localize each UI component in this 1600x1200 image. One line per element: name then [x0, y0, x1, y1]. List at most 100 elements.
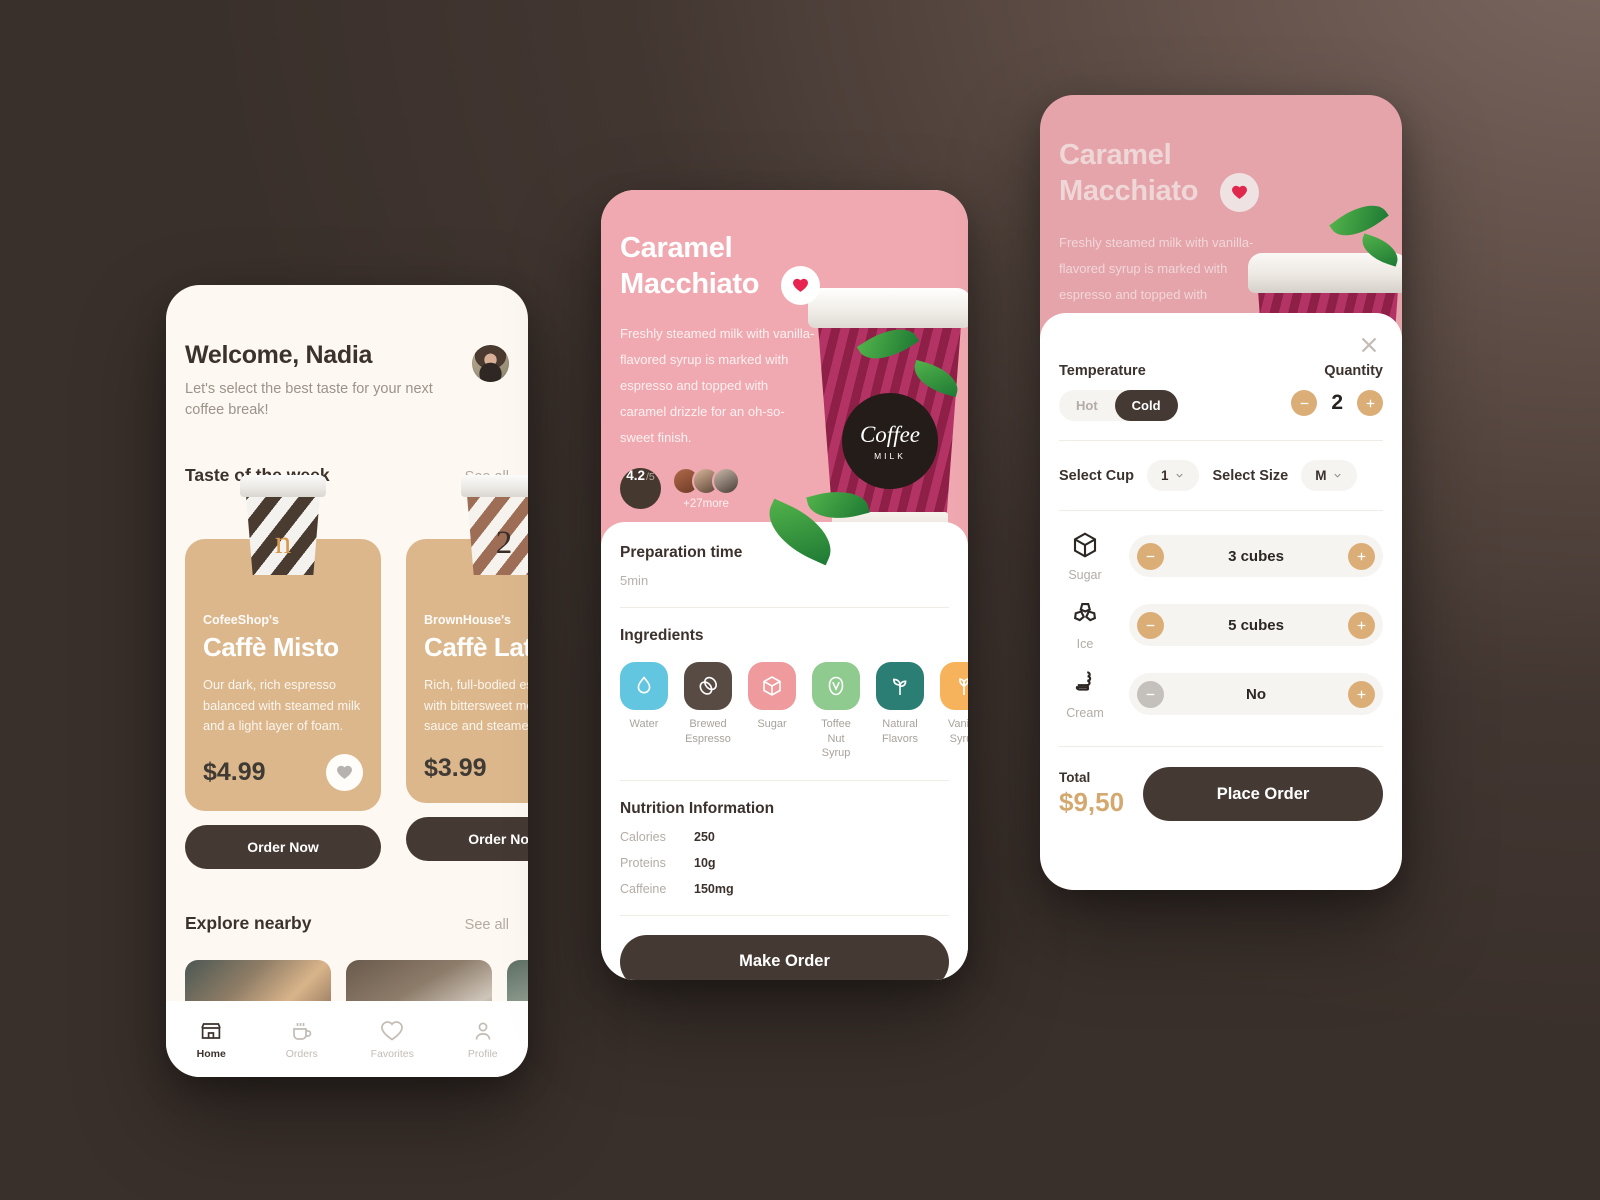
cream-swirl-icon [1075, 671, 1092, 691]
heart-outline-icon [381, 1020, 404, 1041]
minus-icon [1146, 555, 1155, 557]
product-card[interactable]: n CofeeShop's Caffè Misto Our dark, rich… [185, 475, 381, 870]
welcome-subtitle: Let's select the best taste for your nex… [185, 381, 433, 419]
nutrition-value: 10g [694, 855, 716, 870]
list-item[interactable]: Brewed Espresso [684, 662, 732, 761]
list-item[interactable]: Toffee Nut Syrup [812, 662, 860, 761]
favorite-button[interactable] [780, 265, 820, 305]
more-reviewers-label: +27more [683, 497, 729, 510]
make-order-button[interactable]: Make Order [620, 934, 949, 980]
select-cup-label: Select Cup [1059, 467, 1134, 484]
section-header-explore: Explore nearby See all [185, 913, 509, 934]
temperature-option-hot[interactable]: Hot [1059, 390, 1115, 421]
nut-icon [828, 676, 844, 696]
cup-logo-main: Coffee [859, 421, 921, 447]
ingredient-label: Water [629, 718, 659, 730]
cream-plus-button[interactable] [1348, 680, 1375, 708]
close-icon [1361, 337, 1377, 353]
quantity-plus-button[interactable] [1357, 390, 1383, 416]
select-cup-value: 1 [1160, 468, 1169, 483]
nutrition-key: Proteins [620, 855, 666, 870]
select-cup-dropdown[interactable]: 1 [1146, 460, 1200, 491]
see-all-explore-link[interactable]: See all [465, 917, 509, 933]
quantity-label: Quantity [1324, 363, 1383, 379]
title-line-2: Macchiato [620, 267, 760, 300]
total-value: $9,50 [1059, 787, 1125, 817]
cream-stepper[interactable]: No [1129, 673, 1383, 715]
ice-stepper[interactable]: 5 cubes [1129, 604, 1383, 646]
favorite-button[interactable] [1219, 172, 1259, 212]
phone-detail-screen: Coffee MILK Caramel Macchiato Freshly st… [601, 190, 968, 980]
rating-max: /5 [646, 470, 655, 483]
list-item[interactable]: Natural Flavors [876, 662, 924, 761]
nutrition-title: Nutrition Information [620, 799, 775, 817]
product-description: Freshly steamed milk with vanilla-flavor… [620, 325, 815, 445]
total-label: Total [1059, 770, 1091, 785]
ice-minus-button[interactable] [1137, 611, 1164, 639]
order-now-button[interactable]: Order Now [185, 825, 381, 870]
prep-time-title: Preparation time [620, 544, 743, 561]
addon-label: Cream [1066, 706, 1104, 720]
sugar-cube-icon [763, 676, 781, 696]
avatar[interactable] [472, 345, 509, 382]
list-item[interactable]: Sugar [748, 662, 796, 761]
table-row: Caffeine 150mg [620, 882, 949, 896]
cup-icon [292, 1022, 312, 1040]
ice-plus-button[interactable] [1348, 611, 1375, 639]
page-title: Caramel Macchiato [1059, 95, 1383, 212]
cup-logo-sub: MILK [874, 450, 906, 461]
temperature-option-cold[interactable]: Cold [1114, 390, 1178, 421]
temperature-toggle[interactable]: Hot Cold [1059, 390, 1178, 421]
sugar-plus-button[interactable] [1348, 542, 1375, 570]
place-order-button[interactable]: Place Order [1143, 767, 1383, 821]
sidebar-item-orders[interactable]: Orders [257, 1019, 348, 1060]
ice-value: 5 cubes [1228, 616, 1284, 634]
water-drop-icon [637, 676, 651, 694]
cup-mark-label: 2 [495, 525, 513, 562]
avatar [712, 466, 740, 495]
detail-sheet: Preparation time 5min Ingredients Water … [601, 522, 968, 980]
list-item[interactable]: Vanilla Syrup [940, 662, 968, 761]
phone-home-screen: Welcome, Nadia Let's select the best tas… [166, 285, 528, 1077]
product-card[interactable]: 2 BrownHouse's Caffè Latte Rich, full-bo… [406, 475, 528, 869]
reviewer-avatars[interactable]: +27more [672, 466, 740, 510]
sidebar-item-home[interactable]: Home [166, 1019, 257, 1060]
select-size-label: Select Size [1212, 467, 1289, 484]
title-line-1: Caramel [1059, 139, 1172, 171]
favorite-button[interactable] [326, 754, 363, 792]
sidebar-item-profile[interactable]: Profile [438, 1019, 529, 1060]
coffee-bean-icon [699, 676, 717, 695]
chevron-down-icon [1176, 473, 1184, 478]
addon-row-cream: Cream No [1059, 668, 1383, 720]
quantity-minus-button[interactable] [1291, 390, 1318, 416]
tab-label: Profile [467, 1047, 498, 1060]
select-size-dropdown[interactable]: M [1301, 460, 1358, 491]
plus-icon [1357, 621, 1366, 629]
quantity-value: 2 [1331, 391, 1343, 414]
sugar-minus-button[interactable] [1137, 542, 1164, 570]
sugar-stepper[interactable]: 3 cubes [1129, 535, 1383, 577]
temperature-quantity-row: Temperature Hot Cold Quantity 2 [1059, 313, 1383, 421]
heart-filled-icon [792, 278, 808, 292]
section-title-explore: Explore nearby [185, 913, 312, 934]
order-now-button[interactable]: Order Now [406, 817, 528, 862]
chevron-down-icon [1334, 473, 1342, 478]
quantity-stepper[interactable]: 2 [1291, 390, 1383, 416]
heart-icon [337, 765, 352, 780]
ice-cubes-icon [1073, 602, 1097, 622]
cup-size-row: Select Cup 1 Select Size M [1059, 460, 1383, 491]
cream-value: No [1246, 685, 1266, 703]
select-size-value: M [1315, 468, 1327, 483]
table-row: Calories 250 [620, 830, 949, 844]
tab-label: Favorites [370, 1047, 414, 1060]
list-item[interactable]: Water [620, 662, 668, 761]
product-description: Rich, full-bodied espresso with bittersw… [424, 677, 528, 734]
minus-icon [1146, 693, 1155, 695]
plus-icon [1357, 552, 1366, 560]
sidebar-item-favorites[interactable]: Favorites [347, 1019, 438, 1060]
close-button[interactable] [1356, 332, 1382, 358]
leaf-sprout-icon [892, 678, 907, 695]
product-description: Our dark, rich espresso balanced with st… [203, 677, 361, 734]
divider [1059, 510, 1383, 511]
coffee-cup-image: 2 [461, 475, 528, 576]
